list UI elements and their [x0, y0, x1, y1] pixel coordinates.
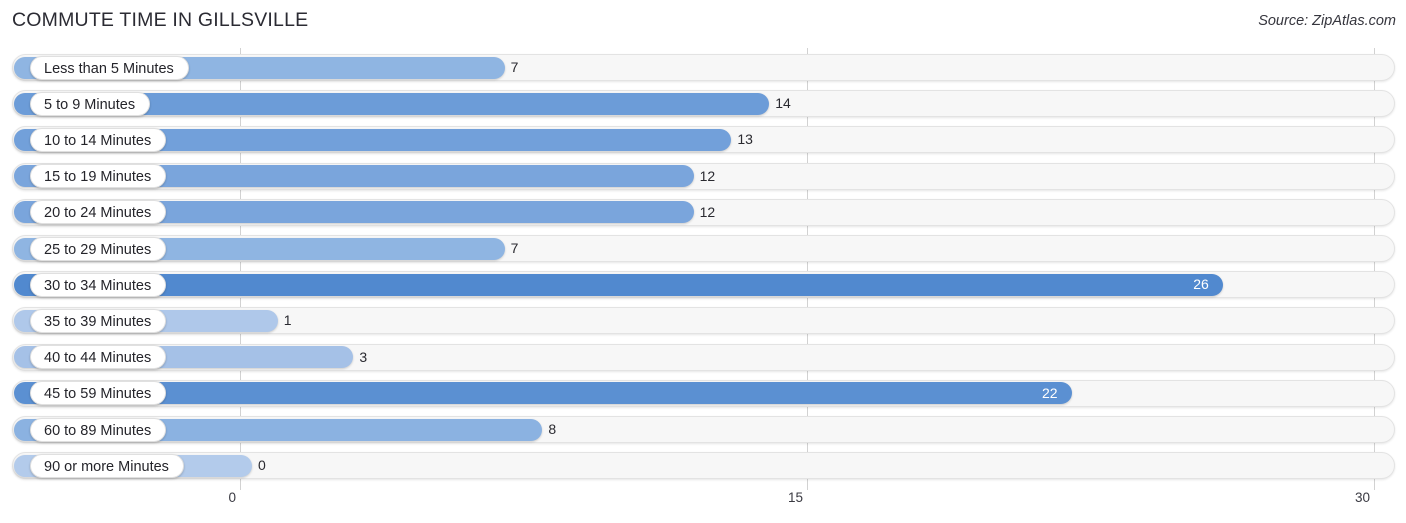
bar-row[interactable]: 45 to 59 Minutes 22 — [12, 379, 1395, 407]
bar-value-label: 13 — [737, 131, 753, 148]
bar-category-label: 10 to 14 Minutes — [30, 127, 167, 152]
bar-category-label: 60 to 89 Minutes — [30, 417, 167, 442]
bar-row[interactable]: 10 to 14 Minutes 13 — [12, 126, 1395, 154]
bar-value-label: 8 — [548, 421, 557, 437]
axis-tick-label: 15 — [787, 490, 803, 505]
bar-row[interactable]: 30 to 34 Minutes 26 — [12, 271, 1395, 299]
bar-row[interactable]: 15 to 19 Minutes 12 — [12, 162, 1395, 190]
x-axis: 0 15 30 — [0, 486, 1406, 523]
plot-area: Less than 5 Minutes 7 5 to 9 Minutes 14 10 t… — [0, 48, 1406, 490]
bar-category-label: 20 to 24 Minutes — [30, 200, 167, 225]
chart-container: COMMUTE TIME IN GILLSVILLE Source: ZipAt… — [0, 0, 1406, 523]
bar-value-label: 14 — [775, 95, 791, 112]
bar-category-label: 90 or more Minutes — [30, 453, 184, 478]
bar-category-label: 45 to 59 Minutes — [30, 381, 167, 406]
bar-category-label: Less than 5 Minutes — [30, 55, 189, 80]
bar-value-label: 12 — [699, 167, 716, 184]
bar-value-label: 0 — [258, 457, 266, 474]
bar-category-label: 15 to 19 Minutes — [30, 164, 167, 189]
bar-value-label: 1 — [283, 312, 292, 329]
bar-category-label: 25 to 29 Minutes — [30, 236, 167, 261]
page-title: COMMUTE TIME IN GILLSVILLE — [12, 9, 309, 31]
bar-value-label: 7 — [510, 59, 519, 75]
bar-category-label: 5 to 9 Minutes — [30, 91, 151, 116]
bar-row[interactable]: 20 to 24 Minutes 12 — [12, 198, 1395, 226]
bar-category-label: 30 to 34 Minutes — [30, 272, 167, 297]
bar — [14, 273, 1223, 296]
bar-row[interactable]: 25 to 29 Minutes 7 — [12, 235, 1395, 262]
axis-tick-label: 0 — [228, 490, 236, 505]
bar — [14, 382, 1072, 405]
bar-row[interactable]: 60 to 89 Minutes 8 — [12, 416, 1395, 443]
bar-value-label: 3 — [359, 348, 368, 365]
bar-row[interactable]: 40 to 44 Minutes 3 — [12, 343, 1395, 371]
bar-row[interactable]: 5 to 9 Minutes 14 — [12, 90, 1395, 118]
bar-category-label: 35 to 39 Minutes — [30, 308, 167, 333]
bar-value-label: 26 — [1193, 276, 1209, 293]
bar-value-label: 7 — [510, 240, 519, 256]
bar-row[interactable]: 90 or more Minutes 0 — [12, 452, 1395, 480]
source-attribution: Source: ZipAtlas.com — [1258, 13, 1396, 29]
axis-tick-label: 30 — [1354, 490, 1370, 505]
bar-value-label: 22 — [1042, 384, 1058, 401]
bar-row[interactable]: Less than 5 Minutes 7 — [12, 54, 1395, 81]
bar-category-label: 40 to 44 Minutes — [30, 345, 167, 370]
bar-value-label: 12 — [699, 203, 716, 220]
bar-row[interactable]: 35 to 39 Minutes 1 — [12, 307, 1395, 335]
